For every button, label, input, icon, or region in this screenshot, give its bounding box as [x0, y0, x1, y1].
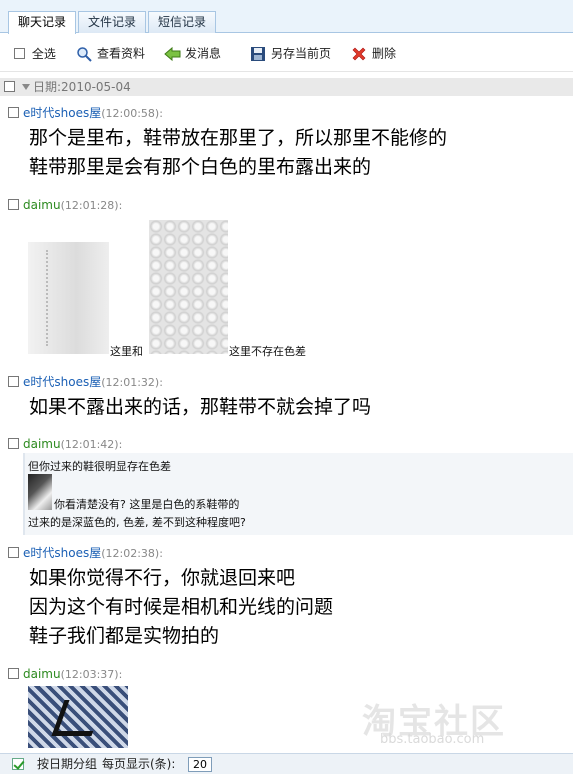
message-header: daimu(12:03:37):: [0, 666, 573, 682]
tab-bar: 聊天记录 文件记录 短信记录: [0, 0, 573, 34]
photo-caption: 这里不存在色差: [229, 345, 306, 358]
message-checkbox[interactable]: [8, 199, 19, 210]
delete-icon: [351, 46, 367, 62]
message-text: 那个是里布，鞋带放在那里了，所以那里不能修的: [29, 127, 448, 149]
save-page-button[interactable]: 另存当前页: [250, 45, 331, 61]
message-sender-line: daimu(12:01:28):: [23, 197, 122, 214]
message-time: (12:02:38):: [101, 547, 163, 560]
group-by-date-label: 按日期分组: [37, 757, 98, 771]
view-profile-label: 查看资料: [97, 46, 146, 61]
message-sender-line: daimu(12:01:42):: [23, 436, 122, 453]
message-checkbox[interactable]: [8, 376, 19, 387]
message-checkbox[interactable]: [8, 547, 19, 558]
sender-name[interactable]: daimu: [23, 437, 61, 451]
message-time: (12:01:28):: [60, 199, 123, 212]
sender-name[interactable]: e时代shoes屋: [23, 375, 101, 389]
shoe-lining-photo[interactable]: [28, 242, 109, 354]
sender-name[interactable]: daimu: [23, 667, 61, 681]
message-text: 你看清楚没有? 这里是白色的系鞋带的: [54, 498, 240, 511]
select-all-checkbox[interactable]: [14, 48, 25, 59]
message-header: e时代shoes屋(12:02:38):: [0, 545, 573, 561]
message-header: daimu(12:01:28):: [0, 197, 573, 213]
date-group-header: 日期:2010-05-04: [0, 78, 573, 96]
shoe-thumbnail-photo[interactable]: [28, 474, 52, 510]
save-icon: [250, 46, 266, 62]
view-profile-button[interactable]: 查看资料: [76, 45, 146, 62]
message-text: 但你过来的鞋很明显存在色差: [28, 460, 171, 473]
group-by-date-checkbox[interactable]: [12, 758, 24, 770]
message-text: 如果不露出来的话，那鞋带不就会掉了吗: [29, 396, 372, 418]
search-icon: [76, 46, 92, 62]
message-header: e时代shoes屋(12:00:58):: [0, 105, 573, 121]
sender-name[interactable]: e时代shoes屋: [23, 106, 101, 120]
tab-chat-records[interactable]: 聊天记录: [8, 11, 76, 34]
message-text: 过来的是深蓝色的, 色差, 差不到这种程度吧?: [28, 516, 246, 529]
date-group-checkbox[interactable]: [4, 81, 15, 92]
message-checkbox[interactable]: [8, 438, 19, 449]
message-sender-line: e时代shoes屋(12:00:58):: [23, 105, 163, 122]
shoe-mesh-photo[interactable]: [149, 220, 228, 354]
message-checkbox[interactable]: [8, 107, 19, 118]
per-page-label: 每页显示(条):: [102, 757, 176, 771]
tab-sms-records[interactable]: 短信记录: [148, 11, 216, 33]
message-text: 鞋带那里是会有那个白色的里布露出来的: [29, 156, 372, 178]
photo-caption: 这里和: [110, 345, 143, 358]
message-text: 因为这个有时候是相机和光线的问题: [29, 596, 334, 618]
toolbar: 全选 查看资料 发消息 另存当前页 删除: [0, 34, 573, 72]
message-header: e时代shoes屋(12:01:32):: [0, 374, 573, 390]
message-header: daimu(12:01:42):: [0, 436, 573, 452]
message-sender-line: e时代shoes屋(12:02:38):: [23, 545, 163, 562]
sender-name[interactable]: e时代shoes屋: [23, 546, 101, 560]
per-page-input[interactable]: 20: [188, 757, 212, 772]
send-message-icon: [164, 46, 181, 62]
message-sender-line: daimu(12:03:37):: [23, 666, 122, 683]
watermark: 淘宝社区 bbs.taobao.com: [362, 694, 562, 750]
delete-button[interactable]: 删除: [351, 45, 396, 61]
date-label: 日期:2010-05-04: [33, 80, 131, 94]
collapse-triangle-icon[interactable]: [22, 84, 30, 90]
shoe-closeup-photo[interactable]: [28, 686, 128, 748]
sender-name[interactable]: daimu: [23, 198, 61, 212]
message-time: (12:00:58):: [101, 107, 163, 120]
message-text: 鞋子我们都是实物拍的: [29, 625, 220, 647]
message-text: 如果你觉得不行，你就退回来吧: [29, 567, 296, 589]
message-time: (12:01:42):: [60, 438, 123, 451]
message-time: (12:01:32):: [101, 376, 163, 389]
message-sender-line: e时代shoes屋(12:01:32):: [23, 374, 163, 391]
message-time: (12:03:37):: [60, 668, 123, 681]
send-message-label: 发消息: [185, 46, 222, 61]
save-page-label: 另存当前页: [271, 46, 332, 61]
message-checkbox[interactable]: [8, 668, 19, 679]
status-bar: 按日期分组 每页显示(条): 20: [0, 753, 573, 774]
send-message-button[interactable]: 发消息: [164, 45, 221, 61]
select-all-control[interactable]: 全选: [14, 45, 56, 61]
delete-label: 删除: [372, 46, 397, 61]
select-all-label: 全选: [31, 46, 56, 61]
watermark-url: bbs.taobao.com: [380, 732, 485, 747]
tab-file-records[interactable]: 文件记录: [78, 11, 146, 33]
